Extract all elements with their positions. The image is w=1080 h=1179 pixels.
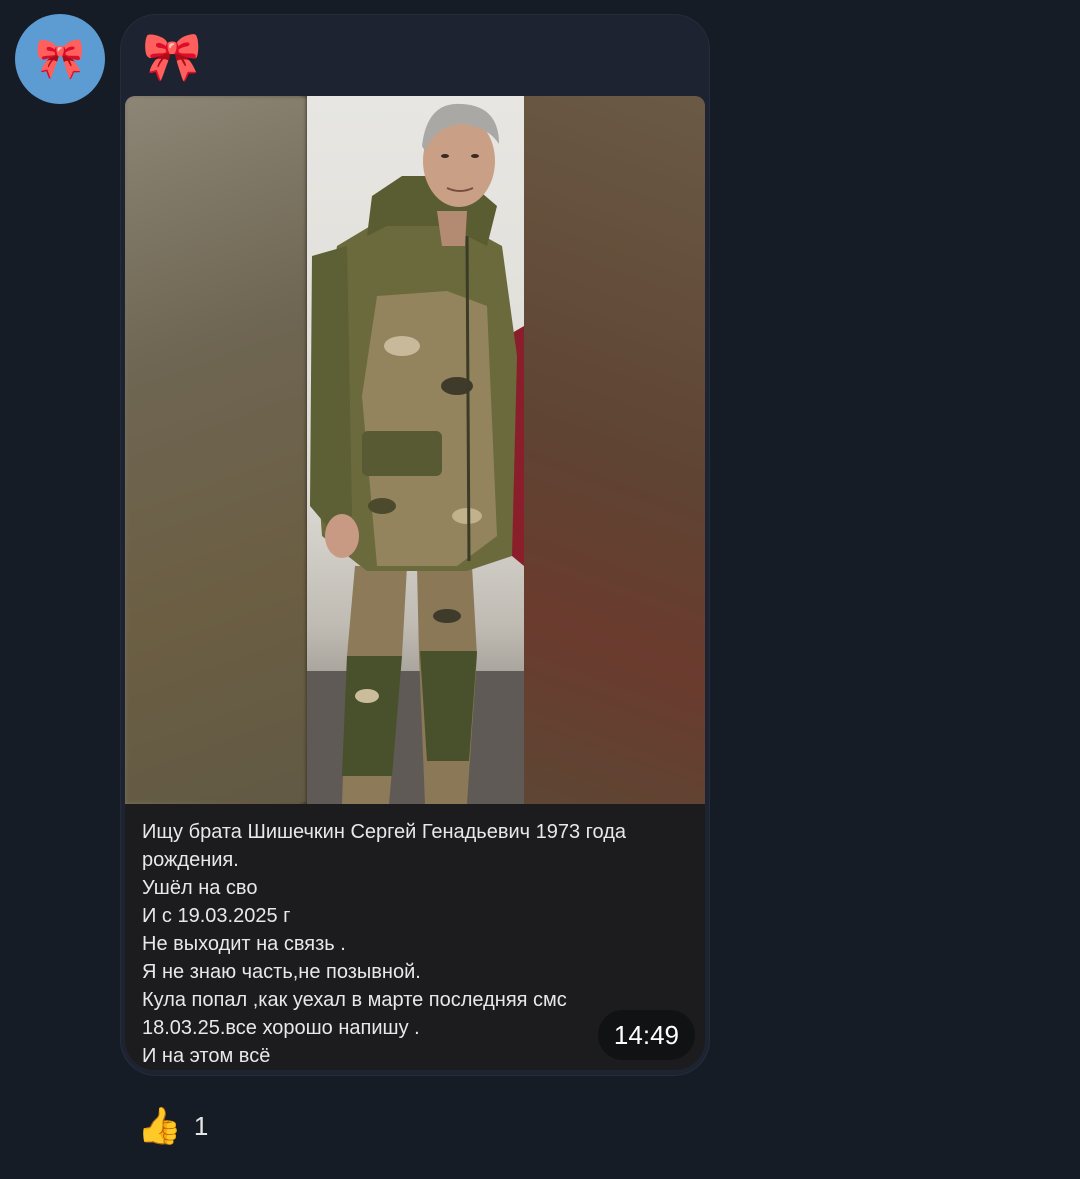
reaction-thumbs-up[interactable]: 👍 1 [137,1104,208,1148]
sender-avatar[interactable]: 🎀 [15,14,105,104]
sender-name[interactable]: 🎀 [142,30,202,86]
message-bubble[interactable]: 🎀 Ищу брата Шишечкин Сергей Генадьевич 1… [120,14,710,1076]
person-illustration [307,103,524,804]
reaction-count: 1 [193,1111,209,1141]
avatar-emoji: 🎀 [35,37,85,81]
thumbs-up-icon: 👍 [137,1105,182,1146]
message-caption: Ищу брата Шишечкин Сергей Генадьевич 197… [125,804,705,1070]
message-time: 14:49 [597,1010,695,1060]
photo-blur-right [523,96,705,804]
message-photo[interactable] [125,96,705,804]
photo-blur-left [125,96,307,804]
photo-man-in-camouflage [307,96,524,804]
